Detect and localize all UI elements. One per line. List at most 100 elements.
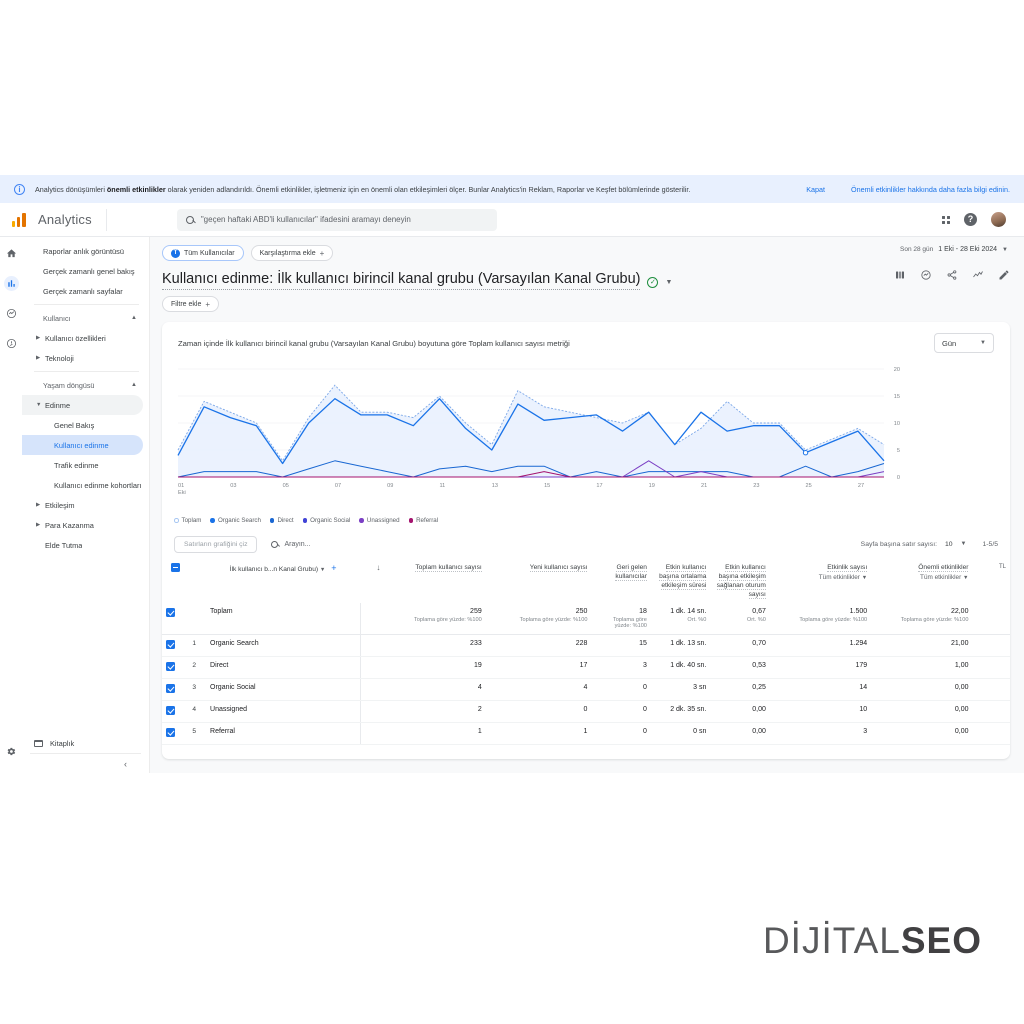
share-icon[interactable] — [946, 269, 958, 284]
explore-icon[interactable] — [4, 306, 19, 321]
sidebar-item-user-acquisition[interactable]: Kullanıcı edinme — [22, 435, 143, 455]
audience-chip-all-users[interactable]: T Tüm Kullanıcılar — [162, 245, 244, 261]
plot-rows-button[interactable]: Satırların grafiğini çiz — [174, 535, 258, 553]
trend-icon[interactable] — [972, 269, 984, 284]
sidebar-section-user[interactable]: Kullanıcı ▲ — [22, 308, 149, 328]
header-new-users[interactable]: Yeni kullanıcı sayısı — [486, 557, 592, 603]
row-checkbox-cell[interactable] — [162, 700, 189, 723]
select-all-checkbox[interactable] — [170, 563, 180, 572]
header-key-events-filter[interactable]: Tüm etkinlikler ▼ — [875, 574, 968, 581]
add-comparison-label: Karşılaştırma ekle — [259, 249, 316, 257]
table-row[interactable]: 5 Referral 1 1 0 0 sn 0,00 3 0,00 — [162, 722, 1010, 745]
row-metric-cell: 179 — [769, 656, 872, 679]
legend-item-unassigned[interactable]: Unassigned — [359, 517, 400, 524]
dimension-header[interactable]: İlk kullanıcı b...n Kanal Grubu) ▼ + — [206, 557, 360, 603]
row-index: 4 — [188, 700, 207, 723]
avatar[interactable] — [991, 212, 1006, 227]
select-all-checkbox-cell[interactable] — [162, 557, 188, 603]
row-metric-cell: 15 — [591, 634, 651, 657]
legend-item-toplam[interactable]: Toplam — [174, 517, 201, 524]
gear-icon[interactable] — [4, 744, 19, 759]
edit-icon[interactable] — [998, 269, 1010, 284]
date-range-picker[interactable]: Son 28 gün 1 Eki - 28 Eki 2024 ▼ — [900, 246, 1008, 253]
table-row[interactable]: 4 Unassigned 2 0 0 2 dk. 35 sn. 0,00 10 0,00 — [162, 700, 1010, 723]
add-dimension-icon[interactable]: + — [331, 563, 336, 573]
row-dimension-label[interactable]: Organic Search — [206, 634, 361, 657]
header-returning-users[interactable]: Geri gelen kullanıcılar — [591, 557, 650, 603]
home-icon[interactable] — [4, 246, 19, 261]
granularity-select[interactable]: Gün ▼ — [934, 333, 994, 353]
row-dimension-label[interactable]: Unassigned — [206, 700, 361, 723]
header-avg-engagement-time[interactable]: Etkin kullanıcı başına ortalama etkileşi… — [651, 557, 710, 603]
sidebar-item-engagement[interactable]: ▶ Etkileşim — [22, 495, 149, 515]
row-metric-cell: 1 dk. 40 sn. — [650, 656, 711, 679]
legend-item-referral[interactable]: Referral — [408, 517, 438, 524]
table-row[interactable]: 1 Organic Search 233 228 15 1 dk. 13 sn. 0,70 1… — [162, 634, 1010, 657]
row-metric-cell: 3 sn — [650, 678, 711, 701]
banner-learn-more-link[interactable]: Önemli etkinlikler hakkında daha fazla b… — [851, 185, 1010, 194]
sidebar-item-reports-snapshot[interactable]: Raporlar anlık görüntüsü — [22, 241, 149, 261]
header-revenue[interactable]: TL — [972, 557, 1010, 603]
header-event-count[interactable]: Etkinlik sayısı Tüm etkinlikler ▼ — [770, 557, 871, 603]
sidebar-item-realtime-pages[interactable]: Gerçek zamanlı sayfalar — [22, 281, 149, 301]
row-checkbox-cell[interactable] — [162, 603, 189, 635]
sidebar-item-technology[interactable]: ▶ Teknoloji — [22, 348, 149, 368]
row-checkbox-cell[interactable] — [162, 634, 189, 657]
sidebar-item-user-acquisition-cohorts[interactable]: Kullanıcı edinme kohortları — [22, 475, 149, 495]
legend-item-direct[interactable]: Direct — [269, 517, 294, 524]
reports-icon[interactable] — [3, 276, 19, 291]
time-series-chart[interactable]: 0 5 10 15 20 01 03 05 07 09 11 13 15 17 19 21 23 25 27 Eki — [172, 361, 1000, 511]
row-dimension-label[interactable]: Organic Social — [206, 678, 361, 701]
insights-icon[interactable] — [920, 269, 932, 284]
chevron-down-icon[interactable]: ▼ — [320, 567, 325, 573]
compare-icon[interactable] — [894, 269, 906, 284]
rows-per-page-select[interactable]: Sayfa başına satır sayısı: 10 ▼ — [861, 541, 967, 548]
row-dimension-label[interactable]: Referral — [206, 722, 361, 745]
header-key-events[interactable]: Önemli etkinlikler Tüm etkinlikler ▼ — [871, 557, 972, 603]
sort-direction-icon[interactable]: ↓ — [360, 557, 384, 603]
data-quality-check-icon[interactable]: ✓ — [647, 277, 659, 288]
row-checkbox[interactable] — [166, 728, 175, 737]
add-filter-button[interactable]: Filtre ekle + — [162, 296, 220, 312]
sidebar-item-label: Elde Tutma — [45, 540, 83, 550]
table-row[interactable]: 2 Direct 19 17 3 1 dk. 40 sn. 0,53 179 1,00 — [162, 656, 1010, 679]
chevron-right-icon: ▶ — [36, 522, 41, 528]
legend-item-organic-search[interactable]: Organic Search — [210, 517, 261, 524]
row-checkbox[interactable] — [166, 684, 175, 693]
row-checkbox-cell[interactable] — [162, 678, 189, 701]
row-checkbox[interactable] — [166, 706, 175, 715]
row-checkbox-cell[interactable] — [162, 722, 189, 745]
body-split: Raporlar anlık görüntüsü Gerçek zamanlı … — [0, 237, 1024, 773]
table-search[interactable]: Arayın... — [271, 540, 311, 548]
header-total-users[interactable]: Toplam kullanıcı sayısı — [384, 557, 485, 603]
advertising-icon[interactable] — [4, 336, 19, 351]
row-checkbox[interactable] — [166, 662, 175, 671]
apps-grid-icon[interactable] — [942, 215, 950, 224]
row-dimension-label[interactable]: Direct — [206, 656, 361, 679]
sidebar-item-user-attributes[interactable]: ▶ Kullanıcı özellikleri — [22, 328, 149, 348]
sidebar-item-traffic-acquisition[interactable]: Trafik edinme — [22, 455, 149, 475]
row-checkbox-cell[interactable] — [162, 656, 189, 679]
sidebar-item-library[interactable]: Kitaplık — [22, 733, 149, 753]
sidebar-item-monetization[interactable]: ▶ Para Kazanma — [22, 515, 149, 535]
sidebar-collapse-button[interactable]: ‹ — [30, 753, 141, 773]
row-checkbox[interactable] — [166, 608, 175, 617]
header-engaged-sessions-per-user[interactable]: Etkin kullanıcı başına etkileşim sağlana… — [710, 557, 769, 603]
sidebar-item-acquisition[interactable]: ▼ Edinme — [22, 395, 143, 415]
search-input[interactable]: "geçen haftaki ABD'li kullanıcılar" ifad… — [176, 208, 497, 231]
chevron-down-icon[interactable]: ▼ — [665, 279, 672, 286]
sidebar-item-retention[interactable]: Elde Tutma — [22, 535, 149, 555]
row-metric-cell: 0,00 — [871, 678, 973, 701]
add-comparison-button[interactable]: Karşılaştırma ekle + — [250, 245, 334, 261]
sidebar-item-realtime-overview[interactable]: Gerçek zamanlı genel bakış — [22, 261, 149, 281]
sidebar-section-lifecycle[interactable]: Yaşam döngüsü ▲ — [22, 375, 149, 395]
table-row[interactable]: 3 Organic Social 4 4 0 3 sn 0,25 14 0,00 — [162, 678, 1010, 701]
pagination-range: 1-5/5 — [982, 540, 999, 548]
legend-item-organic-social[interactable]: Organic Social — [302, 517, 350, 524]
row-metric-cell: 10 — [769, 700, 872, 723]
sidebar-item-overview[interactable]: Genel Bakış — [22, 415, 149, 435]
row-checkbox[interactable] — [166, 640, 175, 649]
help-icon[interactable]: ? — [964, 213, 977, 226]
banner-close-button[interactable]: Kapat — [806, 185, 825, 194]
header-event-count-filter[interactable]: Tüm etkinlikler ▼ — [774, 574, 867, 581]
